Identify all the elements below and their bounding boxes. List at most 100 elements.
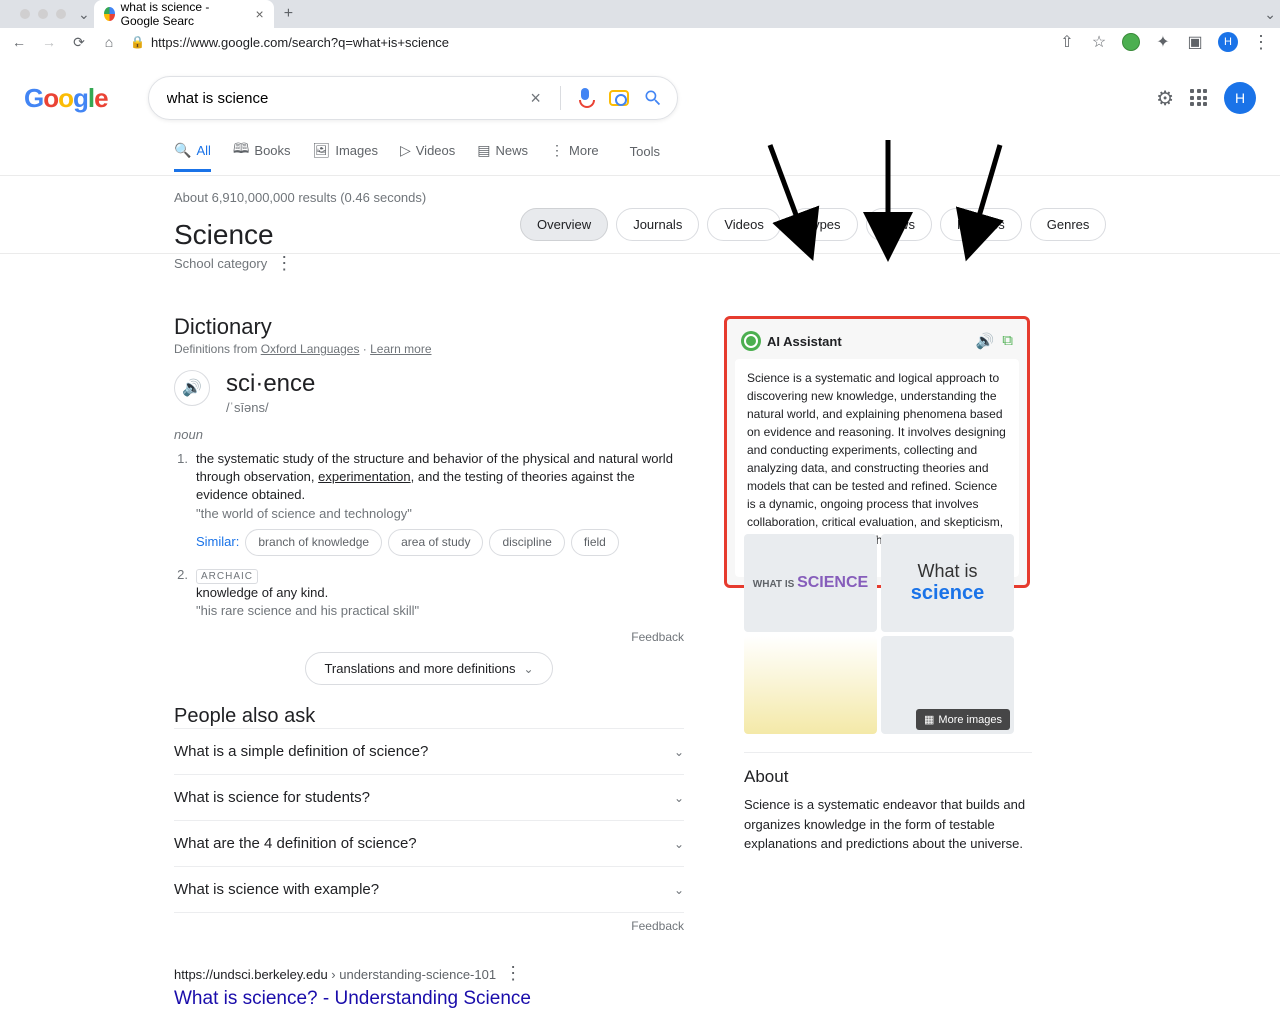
close-window-icon[interactable] (20, 9, 30, 19)
speaker-icon: 🔊 (182, 378, 202, 398)
learn-more-link[interactable]: Learn more (370, 342, 431, 356)
chevron-down-icon: ⌄ (674, 883, 684, 897)
address-field[interactable]: 🔒 https://www.google.com/search?q=what+i… (130, 35, 449, 50)
phonetic: /ˈsīəns/ (226, 400, 315, 415)
chip-field[interactable]: field (571, 529, 619, 556)
back-button[interactable]: ← (10, 34, 28, 50)
kp-image-1[interactable]: WHAT IS SCIENCE (744, 534, 877, 632)
voice-search-icon[interactable] (575, 88, 595, 108)
paa-item-2[interactable]: What is science for students?⌄ (174, 774, 684, 820)
kp-image-2[interactable]: What isscience (881, 534, 1014, 632)
result-stats: About 6,910,000,000 results (0.46 second… (0, 176, 1280, 205)
pill-types[interactable]: Types (789, 208, 858, 241)
divider (0, 253, 1280, 254)
search-tabs: 🔍All 🕮Books 🖼Images ▷Videos ▤News ⋮More … (0, 120, 1280, 176)
left-column: Dictionary Definitions from Oxford Langu… (174, 314, 684, 1010)
similar-row: Similar: branch of knowledge area of stu… (196, 529, 684, 556)
search-box[interactable]: × (148, 76, 678, 120)
tab-books[interactable]: 🕮Books (233, 138, 291, 175)
headword: sci·ence (226, 370, 315, 398)
window-controls[interactable] (8, 9, 78, 19)
pill-videos[interactable]: Videos (707, 208, 781, 241)
tab-more[interactable]: ⋮More (550, 142, 599, 172)
about-heading: About (744, 752, 1032, 787)
share-icon[interactable]: ⇧ (1058, 33, 1076, 51)
pill-overview[interactable]: Overview (520, 208, 608, 241)
chip-discipline[interactable]: discipline (489, 529, 564, 556)
paa-item-3[interactable]: What are the 4 definition of science?⌄ (174, 820, 684, 866)
forward-button[interactable]: → (40, 34, 58, 50)
maximize-window-icon[interactable] (56, 9, 66, 19)
speaker-icon[interactable]: 🔊 (976, 332, 995, 350)
address-bar: ← → ⟳ ⌂ 🔒 https://www.google.com/search?… (0, 28, 1280, 56)
close-tab-icon[interactable]: × (256, 6, 264, 22)
paa-item-4[interactable]: What is science with example?⌄ (174, 866, 684, 913)
content-area: Dictionary Definitions from Oxford Langu… (0, 274, 1280, 1010)
result-more-icon[interactable]: ⋮ (504, 963, 522, 983)
chip-branch-of-knowledge[interactable]: branch of knowledge (245, 529, 382, 556)
extension-green-icon[interactable] (1122, 33, 1140, 51)
dictionary-feedback-link[interactable]: Feedback (174, 630, 684, 644)
result-1-url: https://undsci.berkeley.edu › understand… (174, 963, 684, 984)
lens-search-icon[interactable] (609, 88, 629, 108)
tab-bar: ⌄ what is science - Google Searc × + ⌄ (0, 0, 1280, 28)
archaic-label: ARCHAIC (196, 569, 258, 584)
tab-list-chevron-icon[interactable]: ⌄ (78, 6, 90, 23)
more-images-button[interactable]: ▦ More images (916, 709, 1010, 730)
lock-icon: 🔒 (130, 35, 145, 49)
experimentation-link[interactable]: experimentation (318, 469, 411, 484)
bookmark-icon[interactable]: ☆ (1090, 33, 1108, 51)
url-text: https://www.google.com/search?q=what+is+… (151, 35, 449, 50)
tab-all[interactable]: 🔍All (174, 142, 211, 172)
clear-icon[interactable]: × (526, 88, 546, 108)
chevron-down-icon: ⌄ (674, 745, 684, 759)
tab-overflow-chevron-icon[interactable]: ⌄ (1264, 6, 1276, 23)
def-example-2: "his rare science and his practical skil… (196, 603, 419, 618)
home-button[interactable]: ⌂ (100, 34, 118, 50)
similar-label: Similar: (196, 533, 239, 551)
search-input[interactable] (167, 90, 526, 107)
pill-news[interactable]: News (866, 208, 933, 241)
browser-chrome: ⌄ what is science - Google Searc × + ⌄ ←… (0, 0, 1280, 56)
extensions-icon[interactable]: ✦ (1154, 33, 1172, 51)
oxford-link[interactable]: Oxford Languages (261, 342, 360, 356)
tab-images[interactable]: 🖼Images (313, 142, 378, 172)
chevron-down-icon: ⌄ (674, 837, 684, 851)
translations-expand-button[interactable]: Translations and more definitions ⌄ (305, 652, 552, 685)
minimize-window-icon[interactable] (38, 9, 48, 19)
chip-area-of-study[interactable]: area of study (388, 529, 483, 556)
definition-2: 2. ARCHAIC knowledge of any kind. "his r… (174, 566, 684, 621)
tab-videos[interactable]: ▷Videos (400, 142, 455, 172)
google-logo[interactable]: Google (24, 83, 108, 114)
kp-more-icon[interactable]: ⋮ (275, 253, 293, 274)
paa-item-1[interactable]: What is a simple definition of science?⌄ (174, 728, 684, 774)
pronounce-button[interactable]: 🔊 (174, 370, 210, 406)
kp-image-4[interactable]: ▦ More images (881, 636, 1014, 734)
reload-button[interactable]: ⟳ (70, 34, 88, 51)
pill-genres[interactable]: Genres (1030, 208, 1107, 241)
tab-title: what is science - Google Searc (121, 0, 250, 28)
chrome-menu-icon[interactable]: ⋮ (1252, 32, 1270, 53)
google-apps-icon[interactable] (1190, 89, 1208, 107)
pill-hobbies[interactable]: Hobbies (940, 208, 1022, 241)
dictionary-heading: Dictionary (174, 314, 684, 340)
copy-icon[interactable]: ⧉ (1002, 332, 1013, 350)
browser-tab[interactable]: what is science - Google Searc × (94, 0, 274, 28)
sidepanel-icon[interactable]: ▣ (1186, 33, 1204, 51)
book-icon: 🕮 (233, 138, 250, 162)
tools-button[interactable]: Tools (630, 144, 660, 169)
settings-gear-icon[interactable]: ⚙ (1156, 86, 1174, 111)
play-icon: ▷ (400, 142, 411, 159)
ai-card-header: AI Assistant 🔊 ⧉ (735, 327, 1019, 359)
tab-news[interactable]: ▤News (477, 142, 528, 172)
paa-feedback-link[interactable]: Feedback (174, 919, 684, 933)
new-tab-button[interactable]: + (274, 5, 303, 23)
right-column: AI Assistant 🔊 ⧉ Science is a systematic… (744, 314, 1032, 1010)
pill-journals[interactable]: Journals (616, 208, 699, 241)
search-icon[interactable] (643, 88, 663, 108)
result-1-title[interactable]: What is science? - Understanding Science (174, 988, 684, 1010)
chrome-profile-avatar[interactable]: H (1218, 32, 1238, 52)
kp-image-3[interactable] (744, 636, 877, 734)
def-example-1: "the world of science and technology" (196, 506, 412, 521)
account-avatar[interactable]: H (1224, 82, 1256, 114)
